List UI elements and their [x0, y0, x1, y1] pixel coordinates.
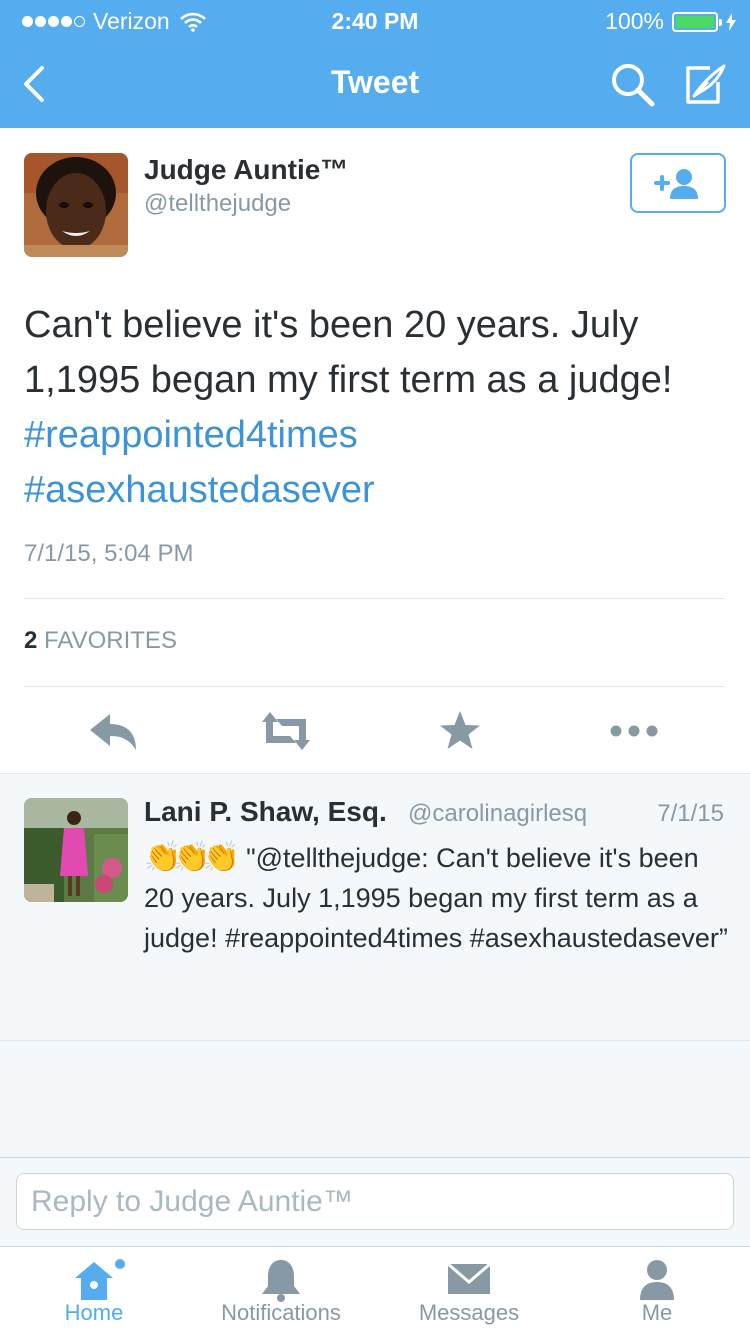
battery-status: 100% [605, 8, 736, 35]
author-name[interactable]: Judge Auntie™ [144, 154, 348, 186]
reply-author-avatar[interactable] [24, 798, 128, 902]
tab-messages-label: Messages [418, 1300, 520, 1325]
favorites-label: FAVORITES [44, 627, 177, 654]
divider [24, 598, 724, 599]
reply-input[interactable] [16, 1173, 734, 1230]
status-bar: Verizon 2:40 PM 100% [0, 0, 750, 40]
person-icon [640, 1260, 674, 1300]
hashtag-link[interactable]: #asexhaustedasever [24, 463, 734, 518]
favorites-count[interactable]: 2 FAVORITES [24, 627, 177, 655]
tweet-timestamp: 7/1/15, 5:04 PM [24, 540, 194, 567]
tab-notifications[interactable]: Notifications [206, 1248, 356, 1332]
search-icon[interactable] [608, 60, 658, 110]
tweet-text: Can't believe it's been 20 years. July 1… [24, 298, 734, 518]
retweet-icon[interactable] [256, 706, 316, 756]
divider [24, 686, 724, 687]
tab-me[interactable]: Me [614, 1248, 700, 1332]
compose-icon[interactable] [680, 60, 730, 110]
author-avatar[interactable] [24, 153, 128, 257]
author-handle[interactable]: @tellthejudge [144, 190, 291, 218]
tweet-body: Can't believe it's been 20 years. July 1… [24, 304, 673, 401]
charging-icon [726, 12, 736, 31]
battery-percent: 100% [605, 8, 664, 34]
envelope-icon [447, 1262, 491, 1294]
follow-button[interactable] [630, 153, 726, 213]
clapping-hands-emoji: 👏👏👏 [144, 841, 240, 874]
bell-icon [262, 1260, 300, 1302]
reply-icon[interactable] [84, 706, 144, 756]
hashtag-link[interactable]: #reappointed4times [24, 408, 734, 463]
reply-author-handle[interactable]: @carolinagirlesq [408, 800, 587, 828]
tab-me-label: Me [641, 1300, 673, 1325]
more-icon[interactable] [604, 706, 664, 756]
reply-timestamp: 7/1/15 [657, 800, 724, 827]
favorites-number: 2 [24, 627, 38, 654]
home-icon [75, 1259, 125, 1300]
tab-notifications-label: Notifications [221, 1300, 341, 1325]
add-user-icon [654, 169, 698, 199]
favorite-star-icon[interactable] [430, 706, 490, 756]
reply-author-name[interactable]: Lani P. Shaw, Esq. [144, 796, 387, 828]
tab-messages[interactable]: Messages [408, 1248, 530, 1332]
tab-home-label: Home [64, 1300, 124, 1325]
header-bar: Verizon 2:40 PM 100% Tweet [0, 0, 750, 128]
battery-icon [672, 11, 722, 32]
tab-home[interactable]: Home [40, 1248, 148, 1332]
reply-text: 👏👏👏 "@tellthejudge: Can't believe it's be… [144, 838, 734, 958]
